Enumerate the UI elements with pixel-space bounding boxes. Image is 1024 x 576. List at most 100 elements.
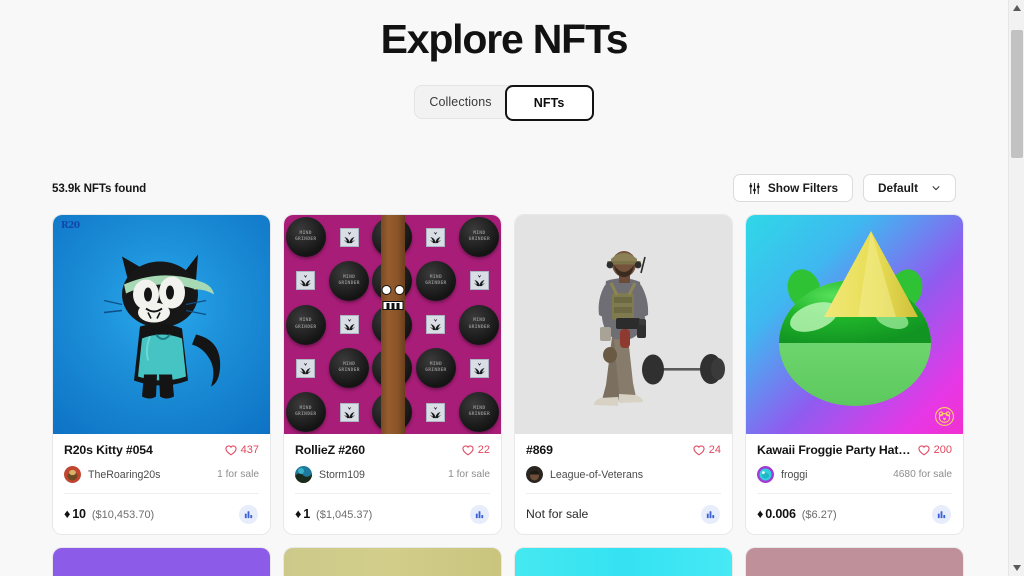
- owner-name: League-of-Veterans: [550, 468, 644, 481]
- nft-artwork[interactable]: MIND GRINDER MIND GRINDER MIND GRINDER MIND…: [284, 215, 501, 435]
- toolbar-actions: Show Filters Default: [732, 174, 956, 203]
- chain-badge-icon[interactable]: [470, 504, 489, 524]
- leaf-icon: [426, 315, 446, 335]
- owner-name: Storm109: [319, 468, 365, 481]
- nft-grid: R20 R20s Kitty #054 437 TheRoaring20s 1 …: [0, 214, 1008, 536]
- avatar: [295, 466, 312, 484]
- leaf-icon: [469, 271, 489, 291]
- show-filters-label: Show Filters: [767, 181, 839, 196]
- grinder-puck-icon: MINDGRINDER: [285, 217, 326, 258]
- leaf-icon: [296, 358, 316, 378]
- nft-name: #869: [526, 443, 553, 458]
- sort-label: Default: [878, 181, 918, 196]
- nft-card[interactable]: MIND GRINDER MIND GRINDER MIND GRINDER MIND…: [283, 214, 502, 536]
- grinder-puck-icon: MINDGRINDER: [415, 260, 456, 301]
- sliders-icon: [748, 182, 761, 195]
- nft-title-row: RollieZ #260 22: [295, 443, 490, 457]
- scroll-down-icon[interactable]: [1009, 560, 1024, 576]
- nft-card-body: RollieZ #260 22 Storm109 1 for sale ♦ 1 …: [284, 434, 501, 534]
- nft-card[interactable]: Kawaii Froggie Party Hat GRE… 200: [745, 214, 964, 536]
- sort-dropdown[interactable]: Default: [863, 174, 956, 203]
- nft-title-row: #869 24: [526, 443, 721, 457]
- price-amount: ♦ 10: [64, 507, 86, 521]
- kitty-artwork-image: R20: [53, 215, 270, 435]
- nft-card[interactable]: #869 24 League-of-Veterans Not for sale: [514, 214, 733, 536]
- like-counter[interactable]: 24: [693, 444, 721, 456]
- page-scrollbar[interactable]: [1008, 0, 1024, 576]
- price-amount: ♦ 1: [295, 507, 310, 521]
- heart-icon: [693, 445, 705, 456]
- nft-owner-row: froggi 4680 for sale: [757, 466, 952, 495]
- chain-badge-icon[interactable]: [239, 504, 258, 524]
- like-count: 437: [240, 444, 259, 457]
- avatar: [526, 466, 543, 484]
- grinder-puck-icon: MINDGRINDER: [415, 348, 456, 389]
- chain-badge-icon[interactable]: [701, 504, 720, 524]
- nft-card-body: R20s Kitty #054 437 TheRoaring20s 1 for …: [53, 434, 270, 534]
- nft-owner-row: League-of-Veterans: [526, 466, 721, 495]
- cat-illustration-icon: [103, 254, 220, 399]
- blunt-eyes-icon: [381, 285, 404, 296]
- avatar: [757, 466, 774, 484]
- price-usd: ($1,045.37): [316, 509, 373, 522]
- page-viewport: Explore NFTs Collections NFTs 53.9k NFTs…: [0, 0, 1008, 576]
- like-counter[interactable]: 22: [462, 444, 490, 456]
- nft-artwork: [284, 548, 501, 576]
- owner-info[interactable]: Storm109: [295, 466, 365, 484]
- for-sale-count: 4680 for sale: [893, 469, 952, 481]
- nft-price-row: ♦ 0.006 ($6.27): [757, 494, 952, 534]
- nft-price-row: ♦ 1 ($1,045.37): [295, 494, 490, 534]
- tab-collections[interactable]: Collections: [415, 86, 505, 118]
- nft-name: Kawaii Froggie Party Hat GRE…: [757, 443, 912, 458]
- scrollbar-thumb[interactable]: [1011, 30, 1023, 158]
- nft-artwork[interactable]: [515, 215, 732, 435]
- nft-card-body: #869 24 League-of-Veterans Not for sale: [515, 434, 732, 534]
- grinder-artwork-image: MIND GRINDER MIND GRINDER MIND GRINDER MIND…: [284, 215, 501, 435]
- view-toggle-group: Collections NFTs: [0, 85, 1008, 122]
- heart-icon: [462, 445, 474, 456]
- like-count: 22: [477, 444, 490, 457]
- nft-artwork[interactable]: R20: [53, 215, 270, 435]
- grinder-puck-icon: MINDGRINDER: [329, 260, 370, 301]
- grinder-puck-icon: MINDGRINDER: [459, 304, 500, 345]
- collection-watermark: R20: [61, 221, 80, 232]
- nft-card[interactable]: [283, 547, 502, 576]
- blunt-character-icon: [380, 215, 405, 435]
- price-group: ♦ 0.006 ($6.27): [757, 507, 837, 521]
- owner-name: froggi: [781, 468, 808, 481]
- leaf-icon: [339, 315, 359, 335]
- like-counter[interactable]: 437: [225, 444, 259, 456]
- nft-card[interactable]: [52, 547, 271, 576]
- for-sale-count: 1 for sale: [448, 469, 490, 481]
- heart-icon: [918, 445, 930, 456]
- show-filters-button[interactable]: Show Filters: [732, 174, 854, 203]
- scroll-up-icon[interactable]: [1009, 0, 1024, 16]
- leaf-icon: [426, 402, 446, 422]
- leaf-icon: [469, 358, 489, 378]
- chevron-down-icon: [925, 183, 941, 193]
- chain-badge-icon[interactable]: [932, 504, 951, 524]
- tab-nfts[interactable]: NFTs: [504, 85, 594, 122]
- nft-card[interactable]: [745, 547, 964, 576]
- owner-info[interactable]: TheRoaring20s: [64, 466, 160, 484]
- nft-name: RollieZ #260: [295, 443, 365, 458]
- froggie-badge-icon: [935, 407, 954, 427]
- nft-price-row: ♦ 10 ($10,453.70): [64, 494, 259, 534]
- result-count: 53.9k NFTs found: [52, 181, 147, 195]
- leaf-icon: [296, 271, 316, 291]
- nft-card[interactable]: R20 R20s Kitty #054 437 TheRoaring20s 1 …: [52, 214, 271, 536]
- leaf-icon: [339, 402, 359, 422]
- nft-card-body: Kawaii Froggie Party Hat GRE… 200: [746, 434, 963, 534]
- owner-info[interactable]: froggi: [757, 466, 808, 484]
- froggie-artwork-image: [746, 215, 963, 435]
- nft-artwork[interactable]: [746, 215, 963, 435]
- nft-artwork: [746, 548, 963, 576]
- price-usd: ($6.27): [801, 509, 837, 522]
- soldier-illustration-icon: [594, 251, 725, 407]
- owner-info[interactable]: League-of-Veterans: [526, 466, 644, 484]
- soldier-artwork-image: [515, 215, 732, 435]
- like-count: 200: [933, 444, 952, 457]
- like-counter[interactable]: 200: [918, 444, 952, 456]
- nft-card[interactable]: [514, 547, 733, 576]
- eth-symbol-icon: ♦: [64, 507, 71, 522]
